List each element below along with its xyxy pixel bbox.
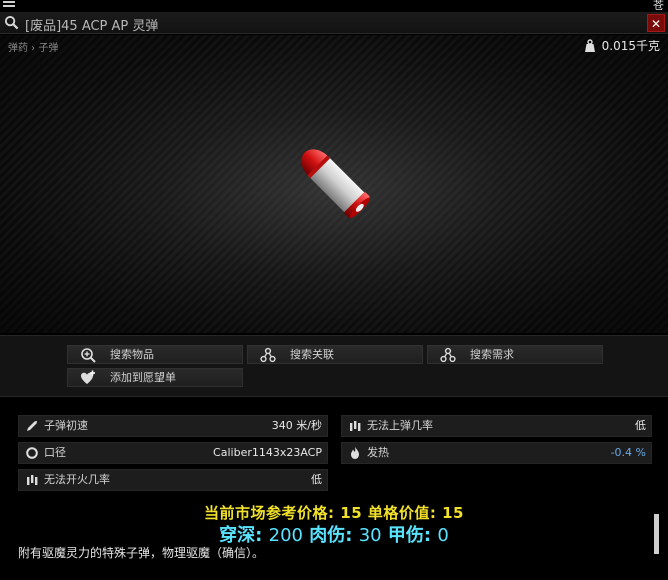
penetration-value: 200 xyxy=(268,525,303,546)
item-description: 附有驱魔灵力的特殊子弹，物理驱魔（确信）。 xyxy=(18,546,265,560)
stat-label: 子弹初速 xyxy=(44,419,88,432)
market-price-line: 当前市场参考价格: 15 单格价值: 15 xyxy=(204,504,464,522)
bullets-icon xyxy=(27,475,38,485)
weight-display: 0.015千克 xyxy=(583,37,660,54)
title-bar: [废品]45 ACP AP 灵弹 ✕ xyxy=(0,12,668,34)
armor-damage-value: 0 xyxy=(437,525,449,546)
stat-label: 无法上弹几率 xyxy=(367,419,433,432)
stat-value: Caliber1143x23ACP xyxy=(213,446,322,459)
window-title: [废品]45 ACP AP 灵弹 xyxy=(25,19,159,34)
add-to-wishlist-button[interactable]: 添加到愿望单 xyxy=(67,368,243,387)
caliber-ring-icon xyxy=(26,447,38,459)
bullet-image xyxy=(301,149,370,218)
breadcrumb[interactable]: 弹药 › 子弹 xyxy=(8,39,58,54)
stat-value: -0.4 % xyxy=(610,446,646,459)
search-item-label: 搜索物品 xyxy=(110,348,154,361)
stat-heat: 发热 -0.4 % xyxy=(341,442,652,464)
stat-label: 发热 xyxy=(367,446,389,459)
search-requirements-label: 搜索需求 xyxy=(470,348,514,361)
stat-label: 无法开火几率 xyxy=(44,473,110,486)
menu-icon[interactable] xyxy=(3,1,15,11)
flesh-damage-value: 30 xyxy=(358,525,382,546)
weight-value: 0.015千克 xyxy=(601,39,660,53)
scrollbar-thumb[interactable] xyxy=(654,514,659,554)
penetration-label: 穿深: xyxy=(219,525,269,546)
stat-feed-failure-chance: 无法上弹几率 低 xyxy=(341,415,652,437)
flame-icon xyxy=(351,447,359,459)
close-button[interactable]: ✕ xyxy=(647,14,665,32)
search-related-label: 搜索关联 xyxy=(290,348,334,361)
bullet-icon xyxy=(27,421,37,431)
search-icon xyxy=(4,15,19,30)
flesh-damage-label: 肉伤: xyxy=(303,525,359,546)
stat-value: 低 xyxy=(311,473,322,486)
heart-plus-icon xyxy=(81,370,95,384)
stat-value: 340 米/秒 xyxy=(271,419,322,432)
stat-caliber: 口径 Caliber1143x23ACP xyxy=(18,442,328,464)
network-icon xyxy=(440,347,456,363)
magnifier-plus-icon xyxy=(81,348,96,363)
network-icon xyxy=(260,347,276,363)
weight-icon xyxy=(584,38,595,52)
item-preview: 弹药 › 子弹 0.015千克 xyxy=(0,35,668,333)
armor-damage-label: 甲伤: xyxy=(381,525,438,546)
stat-label: 口径 xyxy=(44,446,66,459)
add-to-wishlist-label: 添加到愿望单 xyxy=(110,371,176,384)
action-panel: 搜索物品 搜索关联 搜索需求 添加到愿望单 xyxy=(0,335,668,397)
stat-misfire-chance: 无法开火几率 低 xyxy=(18,469,328,491)
search-requirements-button[interactable]: 搜索需求 xyxy=(427,345,603,364)
stat-value: 低 xyxy=(635,419,646,432)
stat-muzzle-velocity: 子弹初速 340 米/秒 xyxy=(18,415,328,437)
search-item-button[interactable]: 搜索物品 xyxy=(67,345,243,364)
top-strip: 苍 xyxy=(0,0,668,12)
search-related-button[interactable]: 搜索关联 xyxy=(247,345,423,364)
bullets-icon xyxy=(350,421,361,431)
